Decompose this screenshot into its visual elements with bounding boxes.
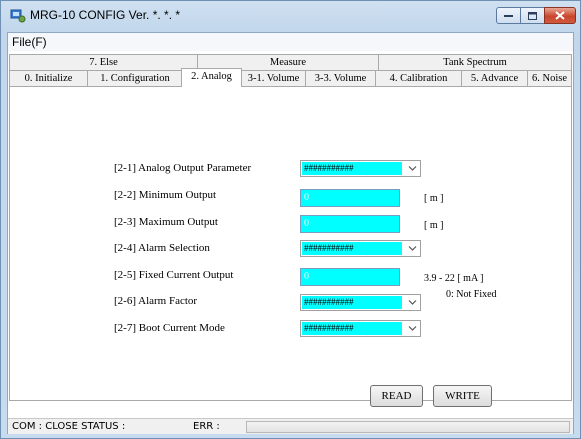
boot-current-select[interactable]: ########### <box>300 320 421 337</box>
read-button[interactable]: READ <box>370 385 423 407</box>
boot-current-label: [2-7] Boot Current Mode <box>114 322 225 334</box>
tab-tank-spectrum[interactable]: Tank Spectrum <box>378 54 572 70</box>
close-icon <box>555 11 565 20</box>
client-area: File(F) 7. Else Measure Tank Spectrum 0.… <box>7 32 574 434</box>
max-output-label: [2-3] Maximum Output <box>114 216 218 228</box>
title-bar[interactable]: MRG-10 CONFIG Ver. *. *. * <box>1 1 580 29</box>
min-output-unit: [ m ] <box>424 193 444 204</box>
chevron-down-icon <box>408 246 417 251</box>
maximize-button[interactable] <box>520 7 545 24</box>
fixed-current-field[interactable]: 0 <box>300 268 400 286</box>
minimize-icon <box>504 14 513 17</box>
alarm-factor-select[interactable]: ########### <box>300 294 421 311</box>
tab-advance[interactable]: 5. Advance <box>461 70 528 86</box>
analog-panel: [2-1] Analog Output Parameter ##########… <box>9 86 572 407</box>
maximize-icon <box>528 11 537 20</box>
min-output-label: [2-2] Minimum Output <box>114 189 217 201</box>
status-progress <box>246 421 570 433</box>
window-title: MRG-10 CONFIG Ver. *. *. * <box>30 8 181 22</box>
tab-initialize[interactable]: 0. Initialize <box>9 70 88 86</box>
com-status: COM : CLOSE STATUS : <box>12 421 126 432</box>
fixed-current-label: [2-5] Fixed Current Output <box>114 269 234 281</box>
app-icon <box>10 9 26 23</box>
close-button[interactable] <box>544 7 576 24</box>
menu-bar: File(F) <box>8 33 573 51</box>
min-output-field[interactable]: 0 <box>300 189 400 207</box>
app-window: MRG-10 CONFIG Ver. *. *. * File(F) 7. El… <box>0 0 581 439</box>
tab-volume-3-1[interactable]: 3-1. Volume <box>241 70 306 86</box>
tab-row-lower: 0. Initialize 1. Configuration 2. Analog… <box>8 68 573 87</box>
output-param-select[interactable]: ########### <box>300 160 421 177</box>
output-param-label: [2-1] Analog Output Parameter <box>114 162 252 174</box>
output-param-value: ########### <box>302 162 402 175</box>
chevron-down-icon <box>408 300 417 305</box>
menu-file[interactable]: File(F) <box>12 35 47 49</box>
tab-else[interactable]: 7. Else <box>9 54 198 70</box>
status-bar: COM : CLOSE STATUS : ERR : <box>8 418 573 434</box>
tab-calibration[interactable]: 4. Calibration <box>375 70 462 86</box>
tab-analog[interactable]: 2. Analog <box>181 68 242 87</box>
alarm-selection-label: [2-4] Alarm Selection <box>114 242 210 254</box>
alarm-factor-label: [2-6] Alarm Factor <box>114 295 198 307</box>
max-output-field[interactable]: 0 <box>300 215 400 233</box>
chevron-down-icon <box>408 326 417 331</box>
minimize-button[interactable] <box>496 7 521 24</box>
tab-noise[interactable]: 6. Noise <box>527 70 572 86</box>
boot-current-value: ########### <box>302 322 402 335</box>
tab-configuration[interactable]: 1. Configuration <box>87 70 183 86</box>
chevron-down-icon <box>408 166 417 171</box>
max-output-unit: [ m ] <box>424 220 444 231</box>
alarm-factor-value: ########### <box>302 296 402 309</box>
tab-row-upper: 7. Else Measure Tank Spectrum <box>8 54 573 70</box>
write-button[interactable]: WRITE <box>433 385 492 407</box>
err-status: ERR : <box>193 421 220 432</box>
fixed-current-note: 0: Not Fixed <box>446 289 497 300</box>
tab-volume-3-3[interactable]: 3-3. Volume <box>305 70 376 86</box>
fixed-current-range: 3.9 - 22 [ mA ] <box>424 273 484 284</box>
alarm-selection-value: ########### <box>302 242 402 255</box>
alarm-selection-select[interactable]: ########### <box>300 240 421 257</box>
